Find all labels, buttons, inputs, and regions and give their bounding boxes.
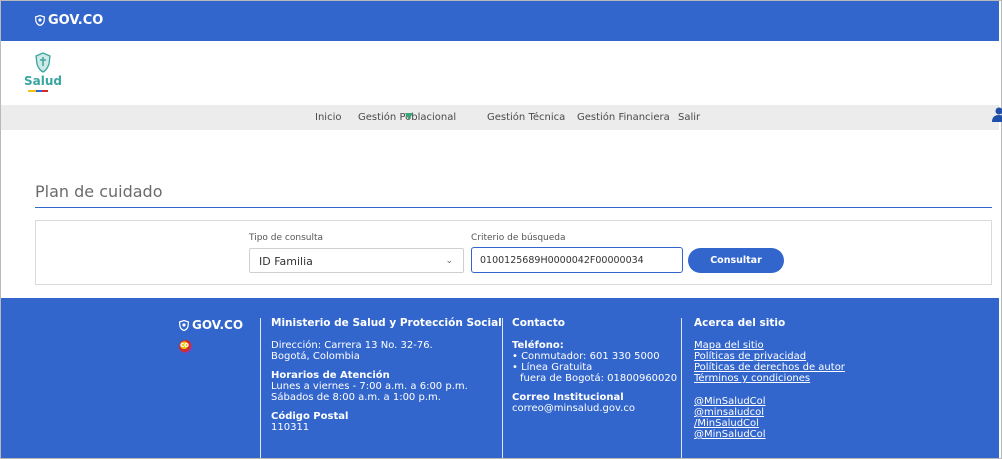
conmutador-line: • Conmutador: 601 330 5000	[512, 351, 660, 362]
footer-divider	[502, 318, 503, 458]
govco-shield-icon	[179, 319, 189, 331]
social-youtube-link[interactable]: @MinSaludCol	[694, 429, 845, 440]
contacto-title: Contacto	[512, 317, 565, 329]
tipo-consulta-select[interactable]: ID Familia ⌄	[249, 248, 464, 273]
govco-topbar: GOV.CO	[1, 1, 999, 41]
title-divider	[35, 207, 992, 208]
tipo-consulta-label: Tipo de consulta	[249, 233, 324, 243]
correo-title: Correo Institucional	[512, 392, 624, 403]
nav-item-inicio[interactable]: Inicio	[315, 112, 341, 123]
postal-title: Código Postal	[271, 411, 349, 422]
criterio-busqueda-value: 0100125689H0000042F00000034	[480, 255, 644, 266]
social-twitter-link[interactable]: @MinSaludCol	[694, 396, 845, 407]
postal-value: 110311	[271, 422, 310, 433]
link-terminos[interactable]: Términos y condiciones	[694, 373, 845, 384]
govco-brand-link[interactable]: GOV.CO	[35, 13, 103, 28]
criterio-busqueda-input[interactable]: 0100125689H0000042F00000034	[471, 247, 683, 273]
linea-gratuita-number: fuera de Bogotá: 01800960020	[520, 373, 678, 384]
consultar-button[interactable]: Consultar	[688, 248, 784, 273]
site-footer: GOV.CO co Ministerio de Salud y Protecci…	[1, 298, 999, 458]
govco-brand-text: GOV.CO	[48, 13, 104, 28]
acerca-title: Acerca del sitio	[694, 317, 786, 329]
link-derechos-autor[interactable]: Políticas de derechos de autor	[694, 362, 845, 373]
main-navbar: Inicio Gestión Poblacional Gestión Técni…	[1, 105, 999, 130]
footer-govco-brand[interactable]: GOV.CO	[179, 318, 243, 332]
footer-acerca-column: Acerca del sitio Mapa del sitio Política…	[694, 317, 845, 441]
salud-logo-text: Salud	[24, 74, 62, 88]
logo-color-stripe	[28, 90, 48, 92]
co-badge-icon[interactable]: co	[179, 340, 192, 353]
user-icon[interactable]	[992, 106, 1002, 122]
correo-value[interactable]: correo@minsalud.gov.co	[512, 403, 677, 414]
link-politicas-privacidad[interactable]: Políticas de privacidad	[694, 351, 845, 362]
page-title: Plan de cuidado	[35, 182, 163, 201]
telefono-title: Teléfono:	[512, 340, 564, 351]
ministerio-title: Ministerio de Salud y Protección Social	[271, 317, 502, 329]
link-mapa-sitio[interactable]: Mapa del sitio	[694, 340, 845, 351]
footer-contacto-column: Contacto Teléfono: • Conmutador: 601 330…	[512, 317, 678, 415]
salud-logo[interactable]: Salud	[24, 52, 64, 96]
footer-divider	[260, 318, 261, 458]
footer-divider	[681, 318, 682, 458]
horario-semana: Lunes a viernes - 7:00 a.m. a 6:00 p.m.	[271, 381, 468, 392]
social-instagram-link[interactable]: @minsaludcol	[694, 407, 845, 418]
nav-item-salir[interactable]: Salir	[678, 112, 700, 123]
social-facebook-link[interactable]: /MinSaludCol	[694, 418, 845, 429]
co-badge-text: co	[180, 341, 189, 349]
ciudad-line: Bogotá, Colombia	[271, 351, 360, 362]
linea-gratuita-line: • Línea Gratuita	[512, 362, 593, 373]
footer-ministerio-column: Ministerio de Salud y Protección Social …	[271, 317, 502, 434]
govco-shield-icon	[35, 15, 45, 26]
nav-item-gestion-financiera[interactable]: Gestión Financiera	[577, 112, 670, 123]
horarios-title: Horarios de Atención	[271, 370, 390, 381]
horario-sabado: Sábados de 8:00 a.m. a 1:00 p.m.	[271, 392, 441, 403]
criterio-busqueda-label: Criterio de búsqueda	[471, 233, 566, 243]
tipo-consulta-value: ID Familia	[259, 255, 313, 268]
nav-item-gestion-tecnica[interactable]: Gestión Técnica	[487, 112, 565, 123]
salud-emblem-icon	[35, 52, 51, 73]
footer-govco-text: GOV.CO	[192, 318, 244, 332]
direccion-line: Dirección: Carrera 13 No. 32-76.	[271, 340, 433, 351]
chevron-down-icon: ⌄	[445, 256, 453, 266]
chevron-down-icon[interactable]	[405, 113, 413, 120]
